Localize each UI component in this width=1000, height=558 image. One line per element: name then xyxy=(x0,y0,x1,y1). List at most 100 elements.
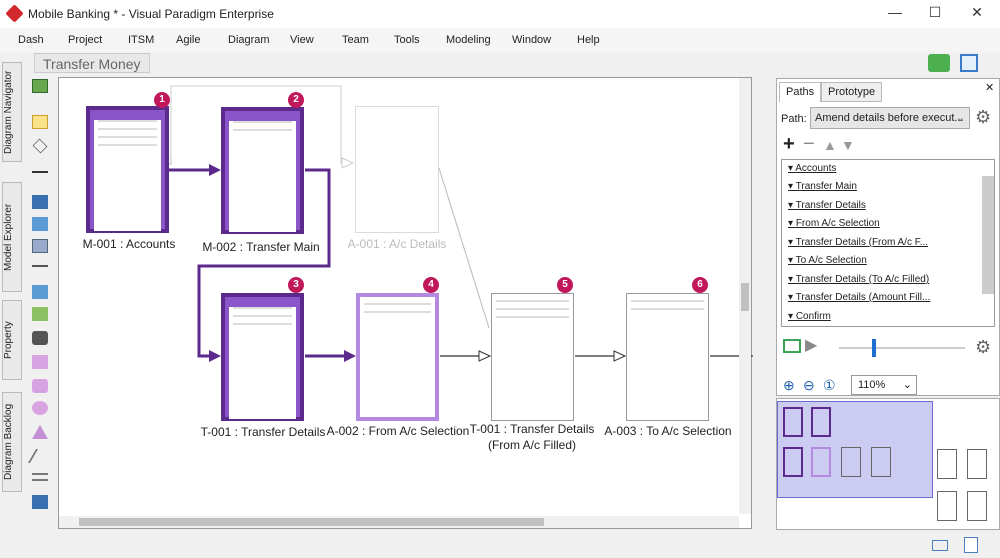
window-title: Mobile Banking * - Visual Paradigm Enter… xyxy=(28,7,274,21)
path-step[interactable]: ▾ Transfer Details (Amount Fill... xyxy=(788,292,930,303)
menu-help[interactable]: Help xyxy=(577,34,600,46)
maximize-button[interactable]: ☐ xyxy=(920,4,950,24)
screen-t001-from[interactable] xyxy=(491,293,574,421)
screen-a002[interactable] xyxy=(356,293,439,421)
breadcrumb[interactable]: Transfer Money xyxy=(34,53,150,73)
tab-paths[interactable]: Paths xyxy=(779,82,822,102)
menu-window[interactable]: Window xyxy=(512,34,551,46)
mini-node xyxy=(811,407,831,437)
speed-slider[interactable] xyxy=(839,339,965,357)
zoom-dropdown[interactable]: 110% ⌄ xyxy=(851,375,917,395)
megaphone-icon[interactable] xyxy=(928,54,950,72)
step-badge: 5 xyxy=(557,277,573,293)
menu-team[interactable]: Team xyxy=(342,34,369,46)
zoom-reset-icon[interactable]: ① xyxy=(823,377,836,394)
diamond-icon[interactable] xyxy=(32,138,48,154)
table-icon[interactable] xyxy=(32,239,48,253)
menu-project[interactable]: Project xyxy=(68,34,102,46)
horizontal-scrollbar[interactable] xyxy=(59,516,739,528)
mini-node xyxy=(967,449,987,479)
diagram-overview[interactable] xyxy=(776,398,1000,530)
rounded-rect-icon[interactable] xyxy=(32,379,48,393)
add-icon[interactable]: + xyxy=(783,133,795,156)
menu-itsm[interactable]: ITSM xyxy=(128,34,154,46)
separator-icon[interactable] xyxy=(32,265,48,267)
menu-view[interactable]: View xyxy=(290,34,314,46)
tab-prototype[interactable]: Prototype xyxy=(821,82,883,102)
vertical-scrollbar[interactable] xyxy=(739,78,751,514)
zoom-in-icon[interactable]: ⊕ xyxy=(783,377,795,394)
camera-icon[interactable] xyxy=(32,331,48,345)
paths-panel: Paths Prototype ✕ Path: Amend details be… xyxy=(776,78,1000,396)
gear-icon[interactable]: ⚙ xyxy=(975,337,991,358)
folder-icon[interactable] xyxy=(32,195,48,209)
tab-model-explorer[interactable]: Model Explorer xyxy=(2,182,22,292)
node-label-line2: (From A/c Filled) xyxy=(487,438,576,452)
close-button[interactable]: ✕ xyxy=(962,4,992,24)
menu-dash[interactable]: Dash xyxy=(18,34,44,46)
list-icon[interactable] xyxy=(32,495,48,509)
ellipse-icon[interactable] xyxy=(32,401,48,415)
triangle-icon[interactable] xyxy=(32,425,48,439)
app-logo-icon xyxy=(5,4,24,23)
path-step[interactable]: ▾ Confirm xyxy=(788,311,831,322)
step-badge: 2 xyxy=(288,92,304,108)
menu-tools[interactable]: Tools xyxy=(394,34,420,46)
slider-thumb[interactable] xyxy=(872,339,876,357)
path-step[interactable]: ▾ Transfer Details (From A/c F... xyxy=(788,237,928,248)
move-up-icon[interactable]: ▲ xyxy=(823,137,837,153)
screen-a001[interactable] xyxy=(355,106,439,233)
path-step[interactable]: ▾ Accounts xyxy=(788,163,836,174)
lines-icon[interactable] xyxy=(32,473,48,481)
remove-icon[interactable]: − xyxy=(803,133,815,156)
window-icon[interactable] xyxy=(32,217,48,231)
diagram-canvas[interactable]: 1 M-001 : Accounts 2 M-002 : Transfer Ma… xyxy=(58,77,753,529)
select-tool-icon[interactable] xyxy=(32,79,48,93)
menu-agile[interactable]: Agile xyxy=(176,34,200,46)
tool-palette xyxy=(26,75,54,530)
screen-m001[interactable] xyxy=(86,106,169,233)
path-step[interactable]: ▾ To A/c Selection xyxy=(788,255,867,266)
screen-m002[interactable] xyxy=(221,107,304,234)
gear-icon[interactable]: ⚙ xyxy=(975,107,991,128)
node-label: M-001 : Accounts xyxy=(82,237,176,251)
arrowhead-1-2 xyxy=(209,164,221,176)
list-scrollbar[interactable] xyxy=(982,176,994,294)
screen-t001[interactable] xyxy=(221,293,304,421)
status-bar xyxy=(0,532,1000,558)
menu-modeling[interactable]: Modeling xyxy=(446,34,491,46)
path-dropdown[interactable]: Amend details before execut... ⌄ xyxy=(810,107,970,129)
tab-diagram-backlog[interactable]: Diagram Backlog xyxy=(2,392,22,492)
minimize-button[interactable]: — xyxy=(880,4,910,24)
menu-diagram[interactable]: Diagram xyxy=(228,34,270,46)
tab-diagram-navigator[interactable]: Diagram Navigator xyxy=(2,62,22,162)
sticky-note-icon[interactable] xyxy=(32,115,48,129)
notes-icon[interactable] xyxy=(964,537,978,553)
mini-node xyxy=(937,491,957,521)
film-icon[interactable] xyxy=(783,339,801,353)
play-icon[interactable]: ▶ xyxy=(805,335,817,355)
callout-icon[interactable] xyxy=(32,355,48,369)
zigzag-icon[interactable] xyxy=(27,449,53,463)
path-value: Amend details before execut... xyxy=(815,112,964,124)
path-step[interactable]: ▾ Transfer Main xyxy=(788,181,857,192)
node-label: A-002 : From A/c Selection xyxy=(326,424,470,438)
path-label: Path: xyxy=(781,113,807,125)
layout-icon[interactable] xyxy=(960,54,978,72)
mini-node xyxy=(841,447,861,477)
mail-icon[interactable] xyxy=(932,540,948,551)
move-down-icon[interactable]: ▼ xyxy=(841,137,855,153)
arrow-icon[interactable] xyxy=(32,165,48,173)
step-badge: 6 xyxy=(692,277,708,293)
screen-a003[interactable] xyxy=(626,293,709,421)
close-panel-button[interactable]: ✕ xyxy=(985,81,994,94)
panel-icon[interactable] xyxy=(32,285,48,299)
arrowhead-a001 xyxy=(341,157,355,169)
tab-property[interactable]: Property xyxy=(2,300,22,380)
image-icon[interactable] xyxy=(32,307,48,321)
path-step[interactable]: ▾ From A/c Selection xyxy=(788,218,880,229)
path-step[interactable]: ▾ Transfer Details xyxy=(788,200,866,211)
mini-node xyxy=(811,447,831,477)
path-step[interactable]: ▾ Transfer Details (To A/c Filled) xyxy=(788,274,929,285)
zoom-out-icon[interactable]: ⊖ xyxy=(803,377,815,394)
